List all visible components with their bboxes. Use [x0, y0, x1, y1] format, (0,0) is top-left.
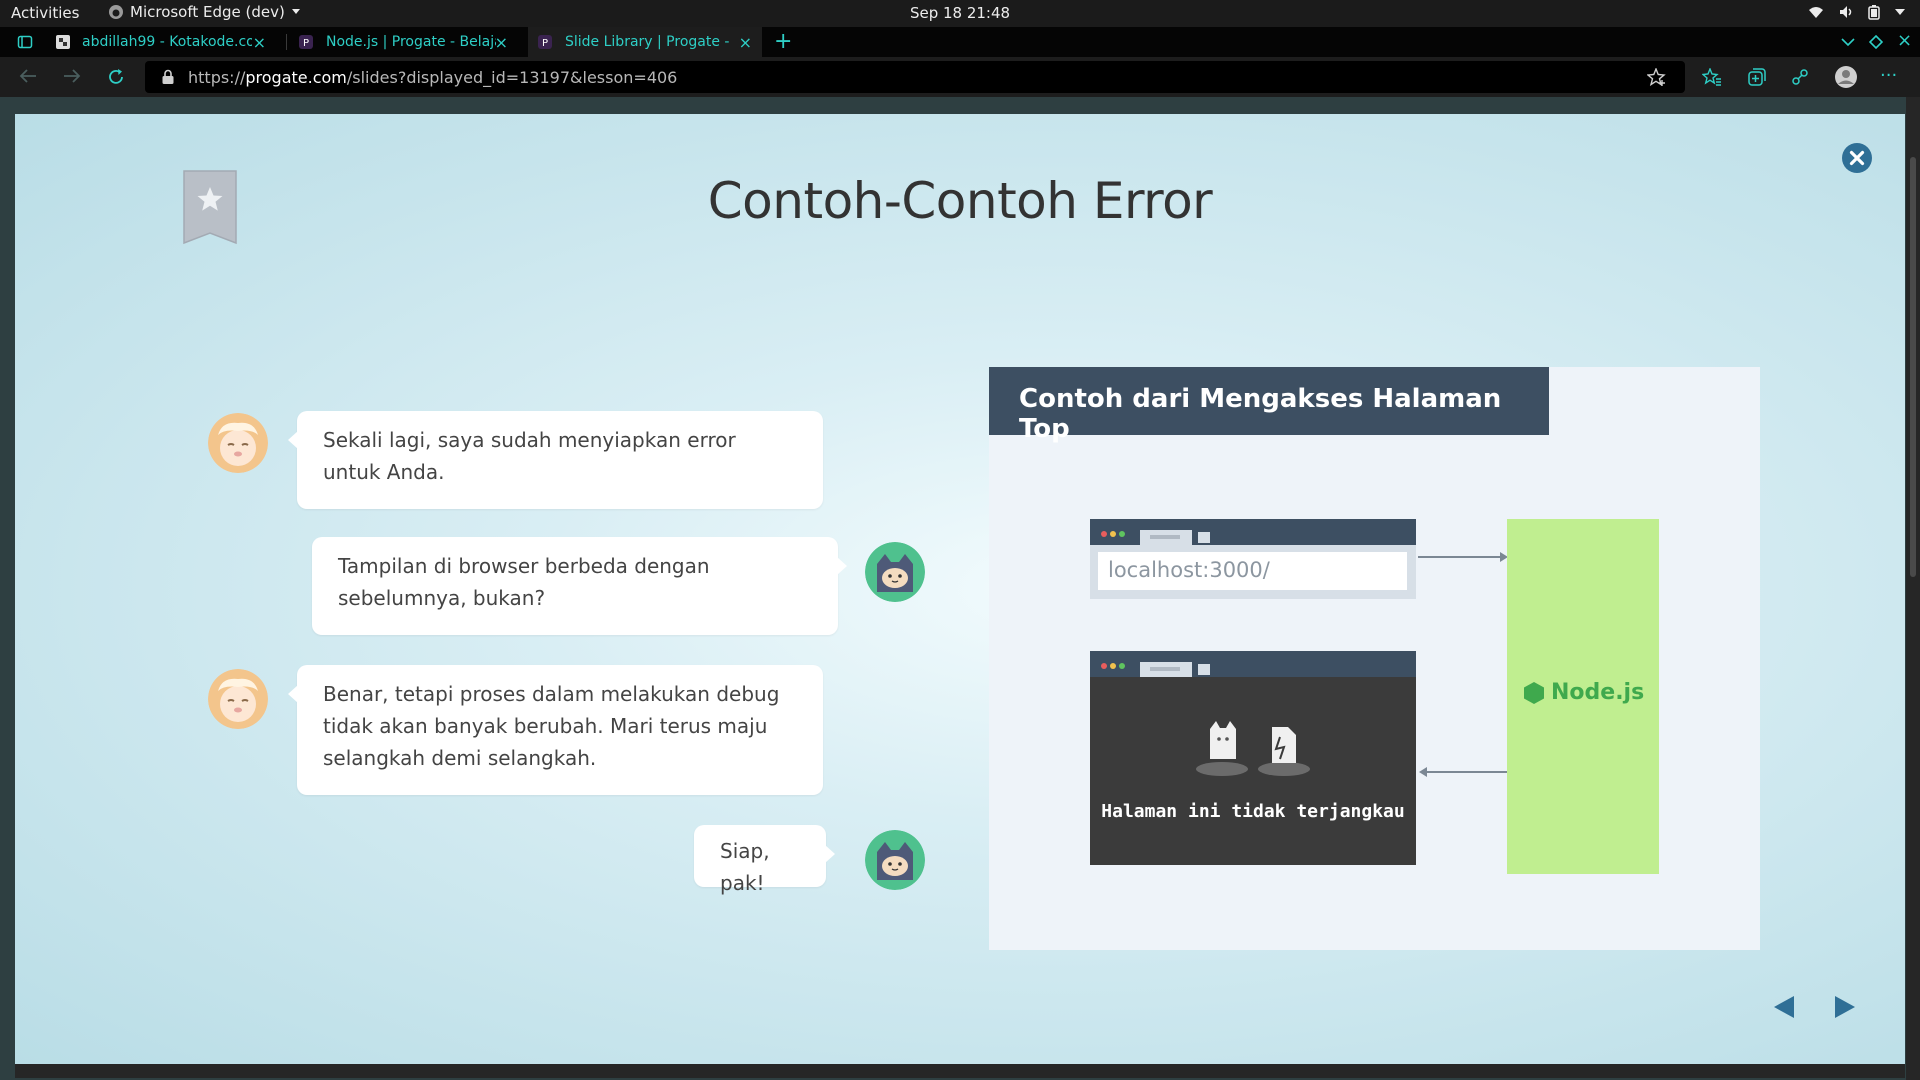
slide-title: Contoh-Contoh Error	[707, 172, 1213, 230]
window-titlebar	[1090, 519, 1416, 545]
tab-close-icon[interactable]: ×	[253, 33, 266, 52]
tab-kotakode[interactable]: abdillah99 - Kotakode.com ×	[55, 27, 280, 57]
sheep-avatar	[208, 669, 268, 729]
dialog-text: Sekali lagi, saya sudah menyiapkan error…	[323, 428, 736, 484]
window-controls-icon	[1101, 530, 1210, 545]
url-path: /slides?displayed_id=13197&lesson=406	[346, 68, 678, 87]
address-bar[interactable]: https://progate.com/slides?displayed_id=…	[145, 61, 1685, 93]
kotakode-favicon-icon	[56, 35, 70, 49]
request-arrow-icon	[1418, 552, 1508, 562]
next-slide-icon[interactable]	[1833, 994, 1857, 1020]
sheep-icon	[208, 669, 268, 729]
tab-title: abdillah99 - Kotakode.com	[82, 34, 252, 50]
favorites-icon[interactable]	[1702, 68, 1722, 86]
window-titlebar	[1090, 651, 1416, 677]
profile-avatar-icon[interactable]	[1834, 65, 1858, 89]
browser-window-request: localhost:3000/	[1090, 519, 1416, 599]
ninja-cat-icon	[865, 830, 925, 890]
system-menu-chevron-icon	[1895, 9, 1905, 15]
dialog-bubble: Tampilan di browser berbeda dengan sebel…	[312, 537, 847, 635]
chevron-down-icon	[291, 9, 300, 14]
tab-title: Slide Library | Progate - Belajar	[565, 34, 735, 50]
broken-page-illustration-icon	[1196, 721, 1310, 776]
tab-actions-icon[interactable]	[17, 34, 33, 50]
system-status-area[interactable]	[1808, 4, 1906, 20]
figure-address-text: localhost:3000/	[1108, 558, 1270, 582]
url-scheme: https://	[188, 68, 246, 87]
ninja-avatar	[865, 542, 925, 602]
progate-favicon-icon: P	[538, 35, 552, 49]
dialog-text: Tampilan di browser berbeda dengan sebel…	[338, 554, 710, 610]
url-text[interactable]: https://progate.com/slides?displayed_id=…	[188, 68, 677, 87]
navigation-bar: https://progate.com/slides?displayed_id=…	[0, 57, 1920, 97]
dialog-text: Benar, tetapi proses dalam melakukan deb…	[323, 682, 780, 770]
reload-icon[interactable]	[106, 67, 126, 87]
dialog-bubble: Sekali lagi, saya sudah menyiapkan error…	[288, 411, 823, 509]
tab-close-icon[interactable]: ×	[495, 33, 508, 52]
browser-window-error: Halaman ini tidak terjangkau	[1090, 651, 1416, 865]
share-icon[interactable]	[1790, 67, 1810, 87]
app-name: Microsoft Edge (dev)	[130, 3, 285, 21]
nodejs-hexagon-icon	[1524, 681, 1544, 704]
clock[interactable]: Sep 18 21:48	[910, 4, 1010, 22]
tab-nodejs-progate[interactable]: P Node.js | Progate - Belajar ×	[298, 27, 518, 57]
diamond-icon[interactable]	[1869, 35, 1883, 49]
forward-icon[interactable]	[62, 67, 82, 85]
svg-text:P: P	[303, 38, 309, 49]
edge-app-icon	[109, 5, 123, 19]
figure-address-field: localhost:3000/	[1098, 552, 1407, 590]
horizontal-scrollbar[interactable]	[15, 1064, 1905, 1078]
tab-close-icon[interactable]: ×	[739, 33, 752, 52]
tab-slide-library[interactable]: P Slide Library | Progate - Belajar ×	[528, 27, 762, 57]
sheep-avatar	[208, 413, 268, 473]
window-close-icon[interactable]: ×	[1897, 30, 1912, 51]
dialog-bubble: Benar, tetapi proses dalam melakukan deb…	[288, 665, 823, 795]
app-menu[interactable]: Microsoft Edge (dev)	[108, 3, 301, 21]
figure-heading: Contoh dari Mengakses Halaman Top	[1019, 384, 1502, 444]
close-icon[interactable]	[1841, 142, 1873, 174]
new-tab-button[interactable]: +	[774, 29, 792, 54]
activities-button[interactable]: Activities	[11, 4, 79, 22]
tab-search-chevron-icon[interactable]	[1841, 37, 1855, 47]
tab-title: Node.js | Progate - Belajar	[326, 34, 496, 50]
ninja-cat-icon	[865, 542, 925, 602]
battery-icon	[1868, 5, 1880, 20]
nodejs-server-box: Node.js	[1507, 519, 1659, 874]
progate-favicon-icon: P	[299, 35, 313, 49]
response-arrow-icon	[1419, 767, 1508, 777]
url-domain: progate.com	[245, 68, 347, 87]
vertical-scrollbar[interactable]	[1906, 97, 1920, 1080]
window-controls-icon	[1101, 662, 1210, 677]
figure-error-text: Halaman ini tidak terjangkau	[1101, 801, 1405, 822]
slide-figure: Contoh dari Mengakses Halaman Top localh…	[989, 367, 1760, 950]
lock-icon[interactable]	[161, 69, 175, 85]
sheep-icon	[208, 413, 268, 473]
ninja-avatar	[865, 830, 925, 890]
back-icon[interactable]	[18, 67, 38, 85]
volume-icon	[1840, 6, 1852, 18]
wifi-icon	[1809, 7, 1823, 18]
collections-icon[interactable]	[1747, 67, 1767, 87]
add-favorite-icon[interactable]	[1647, 68, 1667, 86]
dialog-bubble: Siap, pak!	[694, 825, 835, 895]
nodejs-label: Node.js	[1523, 680, 1644, 705]
more-menu-icon[interactable]: ···	[1880, 65, 1897, 86]
system-top-bar: Activities Microsoft Edge (dev) Sep 18 2…	[0, 0, 1920, 27]
tab-strip: abdillah99 - Kotakode.com × P Node.js | …	[0, 27, 1920, 57]
nodejs-text: Node.js	[1551, 680, 1645, 705]
figure-header: Contoh dari Mengakses Halaman Top	[989, 367, 1549, 444]
slide-modal: Contoh-Contoh Error Sekali lagi, saya su…	[15, 114, 1905, 1064]
dialog-text: Siap, pak!	[720, 839, 770, 895]
previous-slide-icon[interactable]	[1772, 994, 1796, 1020]
svg-text:P: P	[542, 38, 548, 49]
